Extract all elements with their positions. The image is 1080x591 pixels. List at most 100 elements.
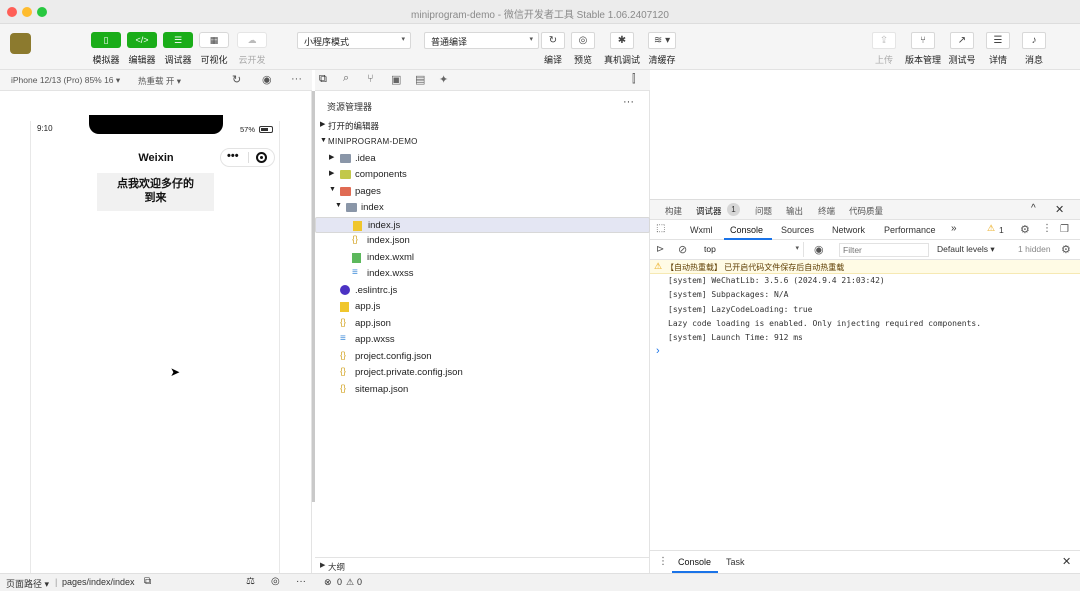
warning-icon: ⚠ (654, 261, 663, 271)
scene-icon[interactable]: ⚖ (246, 576, 255, 587)
rotate-icon[interactable]: ↻ (232, 73, 241, 86)
source-control-icon[interactable]: ⑂ (367, 73, 374, 85)
docker-icon[interactable]: ✦ (439, 73, 448, 86)
inspect-icon[interactable]: ⬚ (656, 223, 665, 234)
eye-icon[interactable]: ◉ (814, 243, 824, 256)
copy-icon[interactable]: ⧉ (144, 576, 151, 587)
tree-item-eslintrc[interactable]: .eslintrc.js (315, 283, 650, 299)
tree-item-index-folder[interactable]: ▼ index (315, 200, 650, 216)
close-icon[interactable]: ✕ (1062, 555, 1071, 568)
details-button[interactable]: ☰ (986, 32, 1010, 49)
compile-select[interactable]: 普通编译 ▾ (424, 32, 539, 49)
status-time: 9:10 (37, 124, 53, 133)
tree-item-index-wxml[interactable]: index.wxml (315, 250, 650, 266)
tab-output[interactable]: 输出 (786, 205, 803, 217)
version-button[interactable]: ⑂ (911, 32, 935, 49)
warning-count[interactable]: 1 (999, 225, 1004, 235)
capsule-more-button[interactable]: ••• (227, 150, 239, 162)
tree-item-pages[interactable]: ▼ pages (315, 184, 650, 200)
more-icon[interactable]: ··· (623, 96, 634, 108)
console-log-line: Lazy code loading is enabled. Only injec… (668, 319, 982, 328)
cloud-button[interactable]: ☁ (237, 32, 267, 48)
outline-section[interactable]: ▶ 大纲 (315, 557, 650, 573)
open-editors-section[interactable]: ▶ 打开的编辑器 (315, 118, 650, 134)
drawer-menu-icon[interactable]: ⋮ (658, 556, 668, 567)
tab-performance[interactable]: Performance (884, 225, 936, 235)
more-icon[interactable]: ··· (291, 73, 302, 85)
avatar[interactable] (10, 33, 31, 54)
device-select[interactable]: iPhone 12/13 (Pro) 85% 16 ▾ (11, 75, 120, 86)
tree-item-sitemap[interactable]: {} sitemap.json (315, 382, 650, 398)
tree-item-project-config[interactable]: {} project.config.json (315, 349, 650, 365)
json-file-icon: {} (340, 366, 347, 376)
collapse-icon[interactable]: ^ (1031, 203, 1036, 214)
messages-button[interactable]: ♪ (1022, 32, 1046, 49)
compile-button[interactable]: ↻ (541, 32, 565, 49)
tree-item-app-wxss[interactable]: ≡ app.wxss (315, 332, 650, 348)
chevron-right-icon: ▶ (320, 121, 326, 128)
preview-button[interactable]: ◎ (571, 32, 595, 49)
tree-item-components[interactable]: ▶ components (315, 167, 650, 183)
remote-debug-button[interactable]: ✱ (610, 32, 634, 49)
close-icon[interactable]: ✕ (1055, 203, 1064, 216)
editor-toggle-button[interactable]: </> (127, 32, 157, 48)
debug-panel-icon[interactable]: ▤ (415, 73, 425, 86)
split-editor-icon[interactable]: ⫿ (632, 73, 636, 86)
more-icon[interactable]: ··· (296, 576, 306, 587)
tree-item-project-private-config[interactable]: {} project.private.config.json (315, 365, 650, 381)
js-file-icon (353, 221, 362, 231)
tab-network[interactable]: Network (832, 225, 865, 235)
record-icon[interactable]: ◉ (262, 73, 272, 86)
tree-item-app-json[interactable]: {} app.json (315, 316, 650, 332)
tab-debugger[interactable]: 调试器 (696, 205, 722, 217)
tree-item-index-wxss[interactable]: ≡ index.wxss (315, 266, 650, 282)
log-levels-select[interactable]: Default levels ▾ (937, 244, 995, 255)
tab-console[interactable]: Console (730, 225, 763, 235)
test-account-button[interactable]: ↗ (950, 32, 974, 49)
editor-area[interactable] (650, 70, 1080, 200)
upload-button[interactable]: ⇪ (872, 32, 896, 49)
tab-build[interactable]: 构建 (665, 205, 682, 217)
files-icon[interactable]: ⧉ (319, 73, 327, 86)
mode-select[interactable]: 小程序模式 ▾ (297, 32, 411, 49)
warning-count[interactable]: 0 (357, 577, 362, 587)
debugger-toggle-button[interactable]: ☰ (163, 32, 193, 48)
drawer-tab-console[interactable]: Console (678, 557, 711, 567)
tree-item-index-json[interactable]: {} index.json (315, 233, 650, 249)
clear-console-icon[interactable]: ⊘ (678, 243, 687, 256)
drawer-tab-task[interactable]: Task (726, 557, 745, 567)
undock-icon[interactable]: ❐ (1060, 224, 1069, 235)
console-filter-input[interactable] (839, 243, 929, 257)
tab-terminal[interactable]: 终端 (818, 205, 835, 217)
tab-problems[interactable]: 问题 (755, 205, 772, 217)
eye-icon[interactable]: ◎ (271, 576, 280, 587)
clear-cache-button[interactable]: ≋ ▾ (648, 32, 676, 49)
context-select[interactable]: top ▾ (698, 242, 804, 257)
console-settings-icon[interactable]: ⚙ (1061, 243, 1071, 256)
kebab-icon[interactable]: ⋮ (1042, 223, 1052, 234)
debug-icon: ☰ (173, 34, 183, 45)
more-tabs-button[interactable]: » (951, 223, 957, 234)
project-section[interactable]: ▼ MINIPROGRAM-DEMO (315, 135, 650, 151)
capsule-menu[interactable]: ••• (220, 148, 275, 167)
tree-item-idea[interactable]: ▶ .idea (315, 151, 650, 167)
hot-reload-select[interactable]: 热重载 开 ▾ (138, 75, 181, 87)
page-path-select[interactable]: 页面路径 ▾ (6, 577, 49, 590)
simulator-toggle-button[interactable]: ▯ (91, 32, 121, 48)
visual-label: 可视化 (200, 55, 228, 65)
welcome-text[interactable]: 点我欢迎多仔的到来 (97, 173, 214, 211)
tree-item-index-js[interactable]: index.js (315, 217, 650, 233)
tree-item-app-js[interactable]: app.js (315, 299, 650, 315)
search-icon[interactable]: ⌕ (343, 72, 349, 85)
tab-sources[interactable]: Sources (781, 225, 814, 235)
capsule-close-button[interactable] (256, 152, 267, 163)
sidebar-toggle-icon[interactable]: ⊳ (656, 244, 664, 255)
error-count[interactable]: 0 (337, 577, 342, 587)
extensions-icon[interactable]: ▣ (391, 73, 401, 86)
visual-toggle-button[interactable]: ▦ (199, 32, 229, 48)
details-label: 详情 (988, 55, 1008, 65)
gear-icon[interactable]: ⚙ (1020, 223, 1030, 236)
tab-code-quality[interactable]: 代码质量 (849, 205, 883, 217)
console-prompt[interactable]: › (656, 345, 660, 357)
tab-wxml[interactable]: Wxml (690, 225, 713, 235)
